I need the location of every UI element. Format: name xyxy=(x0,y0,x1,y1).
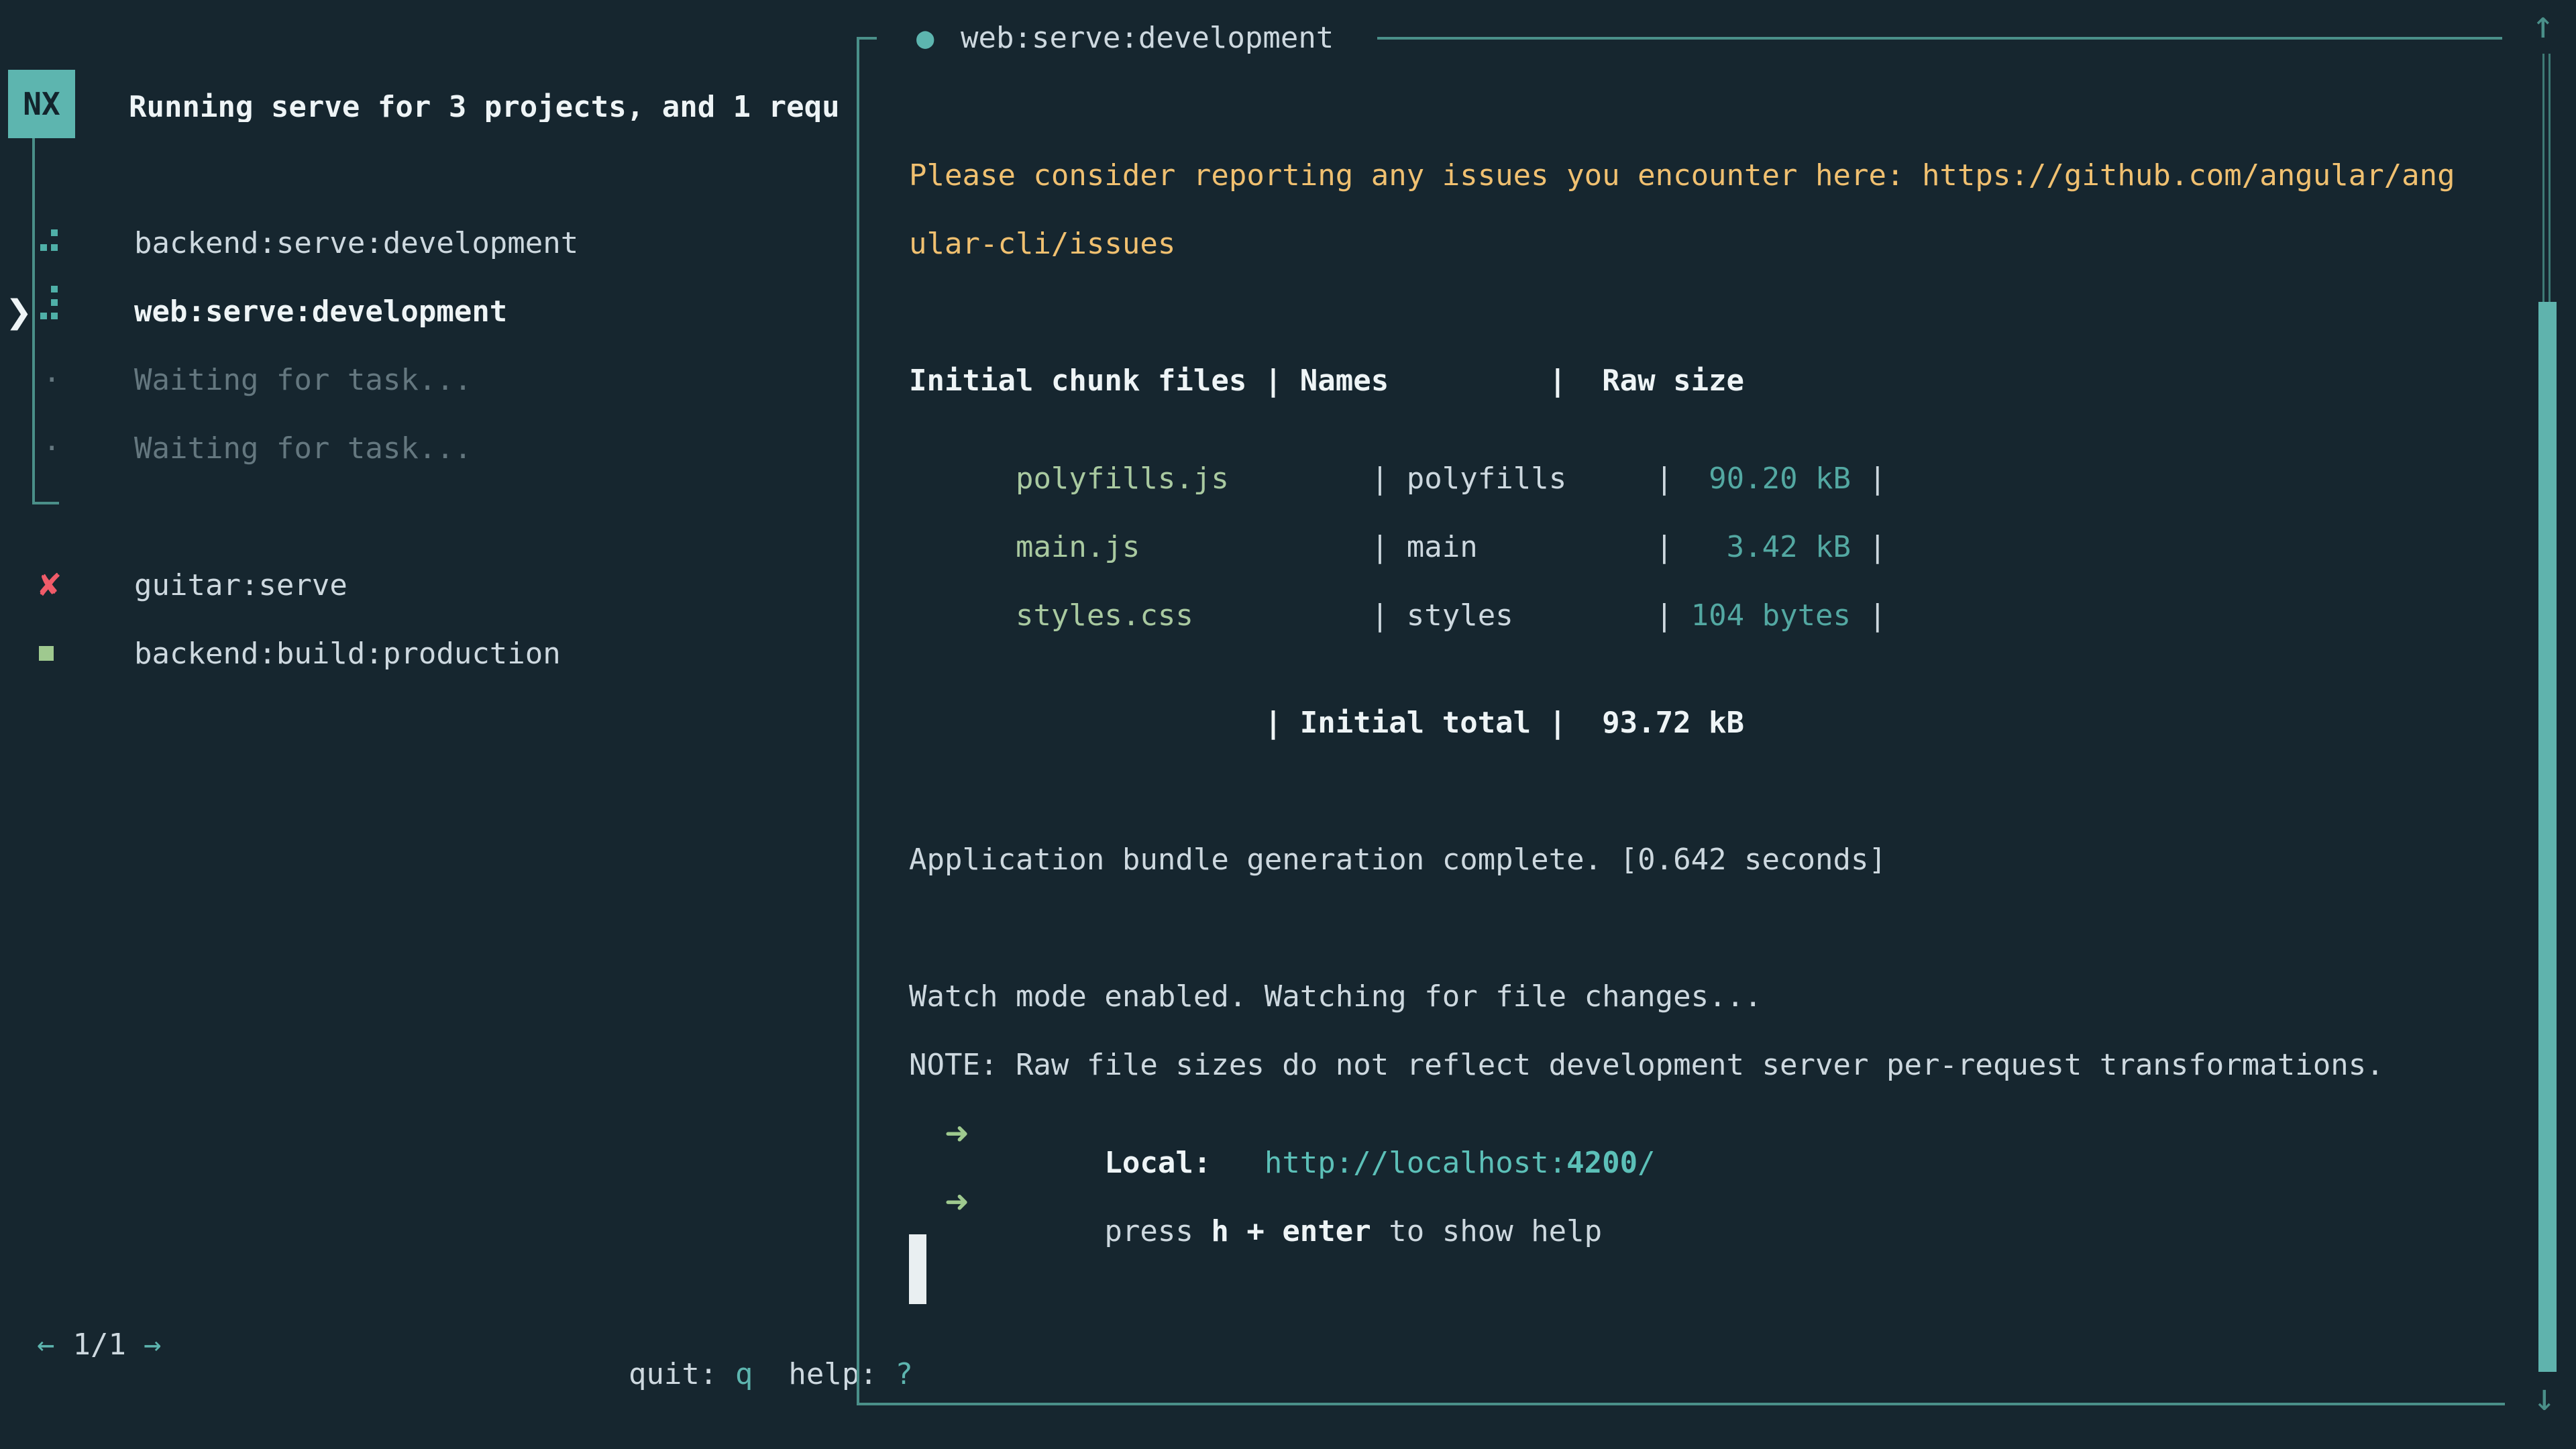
waiting-dot-icon: · xyxy=(43,366,61,395)
chunk-name: polyfills xyxy=(1407,462,1638,496)
chunk-size: 104 bytes xyxy=(1691,598,1851,633)
nx-logo: NX xyxy=(8,70,75,138)
task-label: web:serve:development xyxy=(134,297,507,327)
table-row-styles: styles.css | styles | 104 bytes | xyxy=(909,572,1886,660)
press-help-line: press h + enter to show help xyxy=(909,1187,1602,1276)
sidebar-header: Running serve for 3 projects, and 1 requ xyxy=(129,93,856,122)
quit-key: q xyxy=(735,1357,753,1391)
help-hint-label: help: xyxy=(753,1357,895,1391)
watch-mode-line: Watch mode enabled. Watching for file ch… xyxy=(909,982,1762,1012)
title-bullet-icon: ● xyxy=(916,23,934,53)
chunk-file: main.js xyxy=(1016,530,1353,564)
table-header: Initial chunk files | Names | Raw size xyxy=(909,366,1744,396)
task-row-backend-serve[interactable]: backend:serve:development xyxy=(0,221,852,282)
task-row-guitar-serve[interactable]: ✘ guitar:serve xyxy=(0,564,852,624)
task-row-backend-build[interactable]: backend:build:production xyxy=(0,632,852,692)
panel-title: web:serve:development xyxy=(961,23,1334,53)
task-label: Waiting for task... xyxy=(134,366,472,395)
notice-line-2: ular-cli/issues xyxy=(909,229,1175,259)
panel-border-top-left xyxy=(857,37,877,40)
chunk-file: styles.css xyxy=(1016,598,1353,633)
chunk-name: main xyxy=(1407,530,1638,564)
table-total-row: | Initial total | 93.72 kB xyxy=(909,708,1744,738)
task-label: Waiting for task... xyxy=(134,434,472,464)
page-indicator: 1/1 xyxy=(55,1330,144,1360)
spinner-icon xyxy=(40,227,60,259)
task-row-waiting-2[interactable]: · Waiting for task... xyxy=(0,427,852,487)
nx-terminal-ui: NX Running serve for 3 projects, and 1 r… xyxy=(0,0,2576,1449)
panel-border-left xyxy=(857,37,859,1405)
prev-page-arrow[interactable]: ← xyxy=(37,1330,55,1360)
task-row-web-serve[interactable]: ❯ web:serve:development xyxy=(0,290,852,350)
task-label: backend:serve:development xyxy=(134,229,578,258)
local-url-slash[interactable]: / xyxy=(1638,1146,1656,1180)
waiting-dot-icon: · xyxy=(43,434,61,464)
task-label: guitar:serve xyxy=(134,571,347,600)
bundle-complete-line: Application bundle generation complete. … xyxy=(909,845,1886,875)
scrollbar-track[interactable] xyxy=(2548,54,2551,302)
local-label: Local: xyxy=(1016,1146,1211,1180)
task-label: backend:build:production xyxy=(134,639,561,669)
help-keys: h + enter xyxy=(1211,1214,1371,1248)
keyboard-hints: quit: q help: ? xyxy=(522,1330,913,1419)
notice-line-1: Please consider reporting any issues you… xyxy=(909,161,2455,191)
selected-chevron-icon: ❯ xyxy=(5,296,32,328)
scrollbar-track[interactable] xyxy=(2542,54,2544,302)
chunk-size: 90.20 kB xyxy=(1691,462,1851,496)
scrollbar-thumb[interactable] xyxy=(2538,302,2557,1372)
panel-border-bottom xyxy=(857,1403,2505,1405)
chunk-name: styles xyxy=(1407,598,1638,633)
failed-x-icon: ✘ xyxy=(36,570,62,600)
note-line: NOTE: Raw file sizes do not reflect deve… xyxy=(909,1051,2384,1080)
chunk-file: polyfills.js xyxy=(1016,462,1353,496)
scroll-up-icon[interactable]: ↑ xyxy=(2532,7,2555,44)
scroll-down-icon[interactable]: ↓ xyxy=(2533,1379,2556,1417)
task-row-waiting-1[interactable]: · Waiting for task... xyxy=(0,358,852,419)
success-square-icon xyxy=(39,646,54,661)
nx-logo-text: NX xyxy=(23,86,60,122)
spinner-icon xyxy=(40,286,60,318)
local-url-link[interactable]: http://localhost: xyxy=(1211,1146,1566,1180)
panel-border-top xyxy=(1377,37,2502,40)
task-group-bracket-foot xyxy=(32,502,59,504)
local-url-port[interactable]: 4200 xyxy=(1566,1146,1638,1180)
next-page-arrow[interactable]: → xyxy=(144,1330,162,1360)
terminal-cursor xyxy=(909,1234,926,1304)
help-key: ? xyxy=(895,1357,913,1391)
chunk-size: 3.42 kB xyxy=(1691,530,1851,564)
quit-hint-label: quit: xyxy=(629,1357,735,1391)
